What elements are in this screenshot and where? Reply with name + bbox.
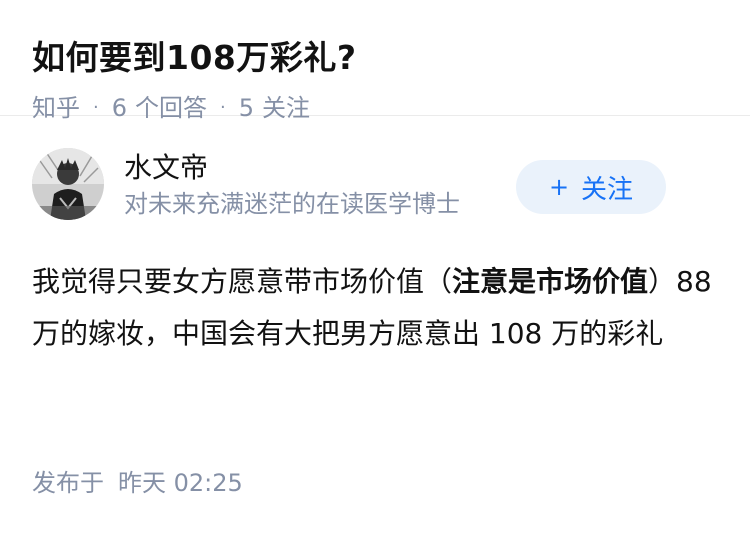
published-label: 发布于 — [32, 469, 104, 497]
author-name[interactable]: 水文帝 — [124, 149, 460, 187]
question-header: 如何要到108万彩礼? 知乎 · 6 个回答 · 5 关注 — [0, 0, 750, 122]
answer-content: 我觉得只要女方愿意带市场价值（注意是市场价值）88 万的嫁妆，中国会有大把男方愿… — [32, 256, 718, 360]
plus-icon: + — [548, 173, 570, 201]
answer-text-bold: 注意是市场价值 — [452, 265, 649, 298]
author-info: 水文帝 对未来充满迷茫的在读医学博士 — [124, 149, 460, 221]
published-time: 昨天 02:25 — [118, 469, 243, 497]
question-page: 如何要到108万彩礼? 知乎 · 6 个回答 · 5 关注 水文帝 对未来充满迷… — [0, 0, 750, 534]
follow-button-label: 关注 — [581, 174, 634, 205]
answer-card: 水文帝 对未来充满迷茫的在读医学博士 + 关注 我觉得只要女方愿意带市场价值（注… — [0, 116, 750, 360]
avatar[interactable] — [32, 148, 104, 220]
answer-publish-time: 发布于 昨天 02:25 — [32, 466, 243, 500]
avatar-image — [32, 148, 104, 220]
answer-text-part1: 我觉得只要女方愿意带市场价值（ — [32, 265, 453, 298]
author-row: 水文帝 对未来充满迷茫的在读医学博士 + 关注 — [32, 116, 718, 248]
question-title[interactable]: 如何要到108万彩礼? — [32, 34, 718, 82]
author-bio: 对未来充满迷茫的在读医学博士 — [124, 190, 460, 218]
follow-button[interactable]: + 关注 — [516, 160, 666, 214]
